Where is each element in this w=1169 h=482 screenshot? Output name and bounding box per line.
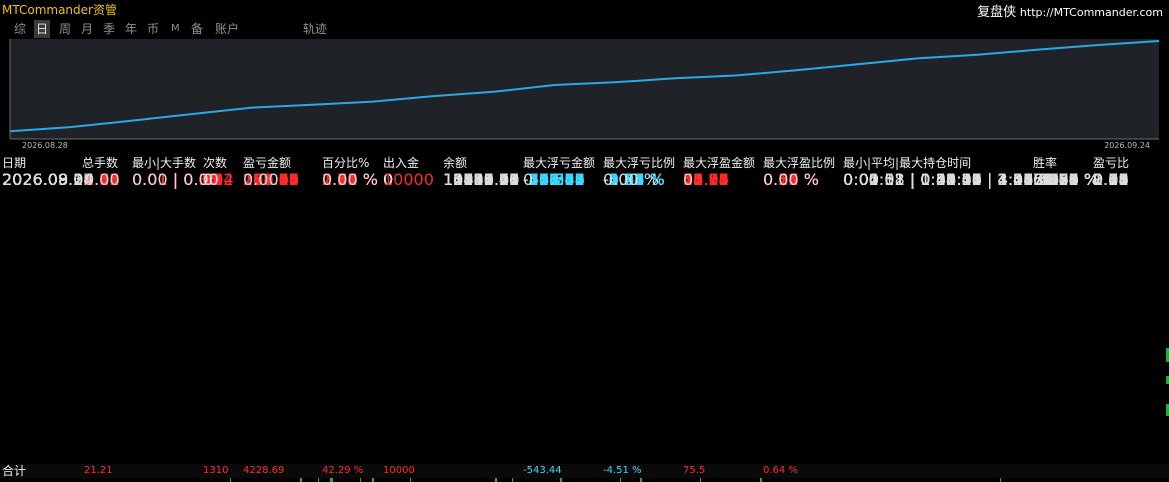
cell-pnl: 0.00 <box>243 170 279 189</box>
total-pnl: 4228.69 <box>243 465 285 476</box>
cell-max-float-profit: 0 <box>683 170 694 189</box>
col-min-max-lots[interactable]: 最小|大手数 <box>132 154 196 171</box>
total-percent: 42.29 % <box>322 465 364 476</box>
col-hold-time[interactable]: 最小|平均|最大持仓时间 <box>843 154 971 171</box>
col-deposit[interactable]: 出入金 <box>383 154 419 171</box>
tab-notes[interactable]: 备 <box>189 20 205 38</box>
col-max-float-profit-pct[interactable]: 最大浮盈比例 <box>763 154 835 171</box>
bottom-tick-strip <box>230 478 1001 482</box>
total-lots: 21.21 <box>84 465 113 476</box>
col-win-rate[interactable]: 胜率 <box>1033 154 1057 171</box>
period-tabs: 综 日 周 月 季 年 币 M 备 账户 轨迹 <box>0 20 500 38</box>
total-count: 1310 <box>203 465 229 476</box>
brand[interactable]: 复盘侠 http://MTCommander.com <box>977 1 1163 20</box>
cell-date: 2026.08.14 <box>2 170 94 189</box>
total-max-float-loss-pct: -4.51 % <box>603 465 642 476</box>
equity-chart-svg: 2026.08.28 2026.09.24 <box>9 39 1160 150</box>
col-total-lots[interactable]: 总手数 <box>82 154 118 171</box>
cell-max-float-loss: 0 <box>523 170 534 189</box>
total-deposit: 10000 <box>383 465 415 476</box>
tab-year[interactable]: 年 <box>123 20 139 38</box>
x-end-label: 2026.09.24 <box>1104 141 1150 150</box>
col-max-float-loss[interactable]: 最大浮亏金额 <box>523 154 595 171</box>
right-edge-marks <box>1166 348 1169 416</box>
col-percent[interactable]: 百分比% <box>322 154 369 171</box>
cell-count: 0 <box>203 170 214 189</box>
cell-total-lots: 0.00 <box>84 170 120 189</box>
col-balance[interactable]: 余额 <box>443 154 467 171</box>
table-header: 日期 总手数 最小|大手数 次数 盈亏金额 百分比% 出入金 余额 最大浮亏金额… <box>0 154 1169 170</box>
cell-deposit: 10000 <box>383 170 434 189</box>
col-count[interactable]: 次数 <box>203 154 227 171</box>
total-row: 合计 21.21 1310 4228.69 42.29 % 10000 -543… <box>0 464 1169 478</box>
tab-track[interactable]: 轨迹 <box>301 20 329 38</box>
brand-name[interactable]: 复盘侠 <box>977 5 1016 20</box>
tab-week[interactable]: 周 <box>57 20 73 38</box>
brand-url[interactable]: http://MTCommander.com <box>1020 6 1163 19</box>
x-start-label: 2026.08.28 <box>22 141 68 150</box>
cell-pl-ratio: 0.86 <box>1093 170 1129 189</box>
tab-currency[interactable]: 币 <box>145 20 161 38</box>
equity-chart: 2026.08.28 2026.09.24 <box>0 39 1169 151</box>
tab-overview[interactable]: 综 <box>12 20 28 38</box>
total-label: 合计 <box>2 464 27 478</box>
col-pl-ratio[interactable]: 盈亏比 <box>1093 154 1129 171</box>
total-max-float-profit-pct: 0.64 % <box>763 465 798 476</box>
total-max-float-profit: 75.5 <box>683 465 706 476</box>
col-pnl[interactable]: 盈亏金额 <box>243 154 291 171</box>
cell-win-rate: 60.00 % <box>1033 170 1100 189</box>
col-max-float-loss-pct[interactable]: 最大浮亏比例 <box>603 154 675 171</box>
cell-hold-time: 0:00:01 | 0:26:18 | 2:28:16 <box>843 170 1060 189</box>
total-max-float-loss: -543.44 <box>523 465 562 476</box>
col-date[interactable]: 日期 <box>2 154 26 171</box>
cell-percent: 0.00 % <box>322 170 378 189</box>
tab-m[interactable]: M <box>169 20 182 38</box>
tab-quarter[interactable]: 季 <box>101 20 117 38</box>
col-max-float-profit[interactable]: 最大浮盈金额 <box>683 154 755 171</box>
cell-max-float-loss-pct: 0.00 % <box>603 170 659 189</box>
tab-account[interactable]: 账户 <box>213 20 241 38</box>
tab-day[interactable]: 日 <box>34 20 51 38</box>
tab-month[interactable]: 月 <box>79 20 95 38</box>
cell-max-float-profit-pct: 0.00 % <box>763 170 819 189</box>
title-bar: MTCommander资管 复盘侠 http://MTCommander.com <box>0 0 1169 20</box>
app-title: MTCommander资管 <box>2 3 117 17</box>
cell-balance: 10000.00 <box>443 170 520 189</box>
